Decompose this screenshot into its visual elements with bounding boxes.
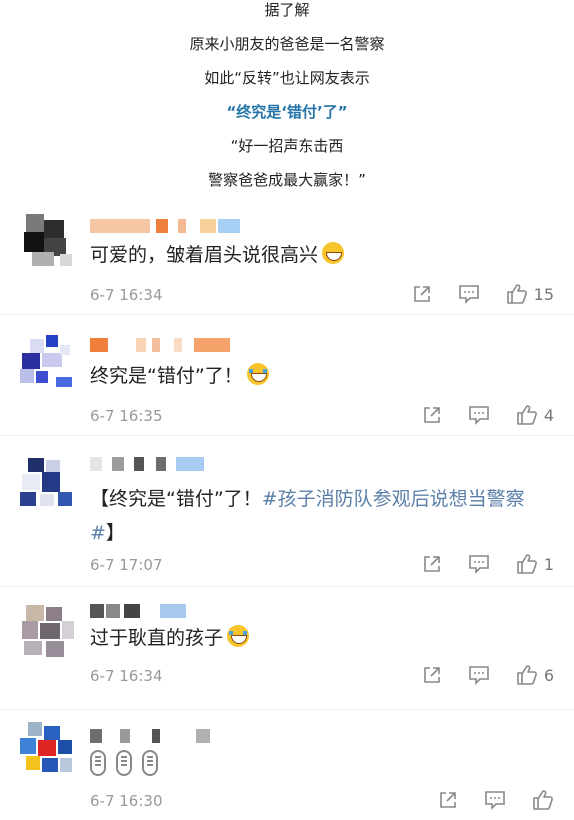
comment-icon [485, 791, 505, 810]
avatar[interactable] [20, 214, 74, 268]
share-button[interactable] [422, 665, 442, 685]
comment-icon [469, 666, 489, 685]
like-count: 6 [543, 665, 554, 685]
share-icon [424, 556, 440, 572]
comment-actions: 15 [386, 282, 554, 306]
laughing-crying-emoji-icon [227, 625, 250, 647]
like-button[interactable]: 1 [516, 553, 554, 575]
comment-actions: 6 [396, 663, 554, 687]
comment-icon [469, 406, 489, 425]
share-button[interactable] [412, 284, 432, 304]
share-icon [424, 667, 440, 683]
caption-line: 据了解 [264, 1, 310, 19]
like-icon [517, 405, 537, 425]
comment-item: 终究是“错付”了！ 6-7 16:35 4 [0, 315, 574, 436]
comment-time: 6-7 16:35 [90, 407, 163, 425]
caption-line-highlight: “终究是‘错付’了” [226, 103, 348, 121]
laughing-emoji-icon [322, 242, 345, 264]
comment-text: 【终究是“错付”了！#孩子消防队参观后说想当警察#】 [90, 482, 554, 550]
microphone-icon [90, 750, 106, 776]
laughing-crying-emoji-icon [246, 363, 269, 385]
microphone-icon [116, 750, 132, 776]
caption-line: 原来小朋友的爸爸是一名警察 [189, 35, 385, 53]
comment-body: 【终究是“错付”了！ [90, 488, 262, 510]
comment-item: 6-7 16:30 [0, 710, 574, 820]
comment-actions: 4 [396, 403, 554, 427]
avatar[interactable] [20, 335, 74, 389]
avatar[interactable] [20, 722, 74, 776]
like-icon [517, 554, 537, 574]
share-button[interactable] [438, 790, 458, 810]
comment-time: 6-7 16:34 [90, 667, 163, 685]
username-blurred[interactable] [90, 216, 250, 236]
like-count: 4 [543, 405, 554, 425]
caption: 据了解 原来小朋友的爸爸是一名警察 如此“反转”也让网友表示 “终究是‘错付’了… [0, 0, 574, 197]
share-icon [424, 407, 440, 423]
like-button[interactable]: 15 [506, 283, 554, 305]
comment-actions [412, 788, 554, 812]
comment-time: 6-7 16:34 [90, 286, 163, 304]
caption-line: “好一招声东击西 [230, 137, 344, 155]
like-icon [506, 284, 527, 304]
like-icon [517, 665, 537, 685]
microphone-icon [142, 750, 158, 776]
comment-list: 可爱的，皱着眉头说很高兴 6-7 16:34 15 终究是“错付”了！ 6-7 … [0, 198, 574, 820]
avatar[interactable] [20, 456, 74, 510]
caption-line: 如此“反转”也让网友表示 [204, 69, 370, 87]
comment-item: 【终究是“错付”了！#孩子消防队参观后说想当警察#】 6-7 17:07 1 [0, 436, 574, 587]
comment-button[interactable] [458, 284, 480, 304]
comment-icon [469, 555, 489, 574]
comment-button[interactable] [468, 405, 490, 425]
comment-time: 6-7 17:07 [90, 556, 163, 574]
like-button[interactable]: 6 [516, 664, 554, 686]
username-blurred[interactable] [90, 335, 240, 355]
share-button[interactable] [422, 405, 442, 425]
comment-item: 可爱的，皱着眉头说很高兴 6-7 16:34 15 [0, 198, 574, 315]
like-icon [533, 790, 553, 810]
username-blurred[interactable] [90, 726, 220, 746]
share-icon [413, 286, 430, 302]
like-button[interactable]: 4 [516, 404, 554, 426]
like-count: 15 [533, 284, 554, 304]
comment-body: 过于耿直的孩子 [90, 627, 224, 649]
share-icon [440, 792, 456, 808]
comment-icon [458, 285, 479, 304]
comment-button[interactable] [468, 554, 490, 574]
share-button[interactable] [422, 554, 442, 574]
avatar[interactable] [20, 605, 74, 659]
comment-body: 终究是“错付”了！ [90, 365, 243, 387]
comment-item: 过于耿直的孩子 6-7 16:34 6 [0, 587, 574, 710]
like-button[interactable] [532, 789, 554, 811]
comment-time: 6-7 16:30 [90, 792, 163, 810]
username-blurred[interactable] [90, 601, 200, 621]
comment-button[interactable] [484, 790, 506, 810]
comment-actions: 1 [396, 552, 554, 576]
comment-text [90, 750, 554, 787]
comment-body: 可爱的，皱着眉头说很高兴 [90, 244, 319, 266]
comment-text: 可爱的，皱着眉头说很高兴 [90, 238, 554, 272]
like-count: 1 [543, 554, 554, 574]
comment-body-end: 】 [105, 522, 125, 544]
caption-line: 警察爸爸成最大赢家！” [208, 171, 366, 189]
username-blurred[interactable] [90, 454, 220, 474]
comment-button[interactable] [468, 665, 490, 685]
comment-text: 终究是“错付”了！ [90, 359, 554, 393]
comment-text: 过于耿直的孩子 [90, 621, 554, 655]
